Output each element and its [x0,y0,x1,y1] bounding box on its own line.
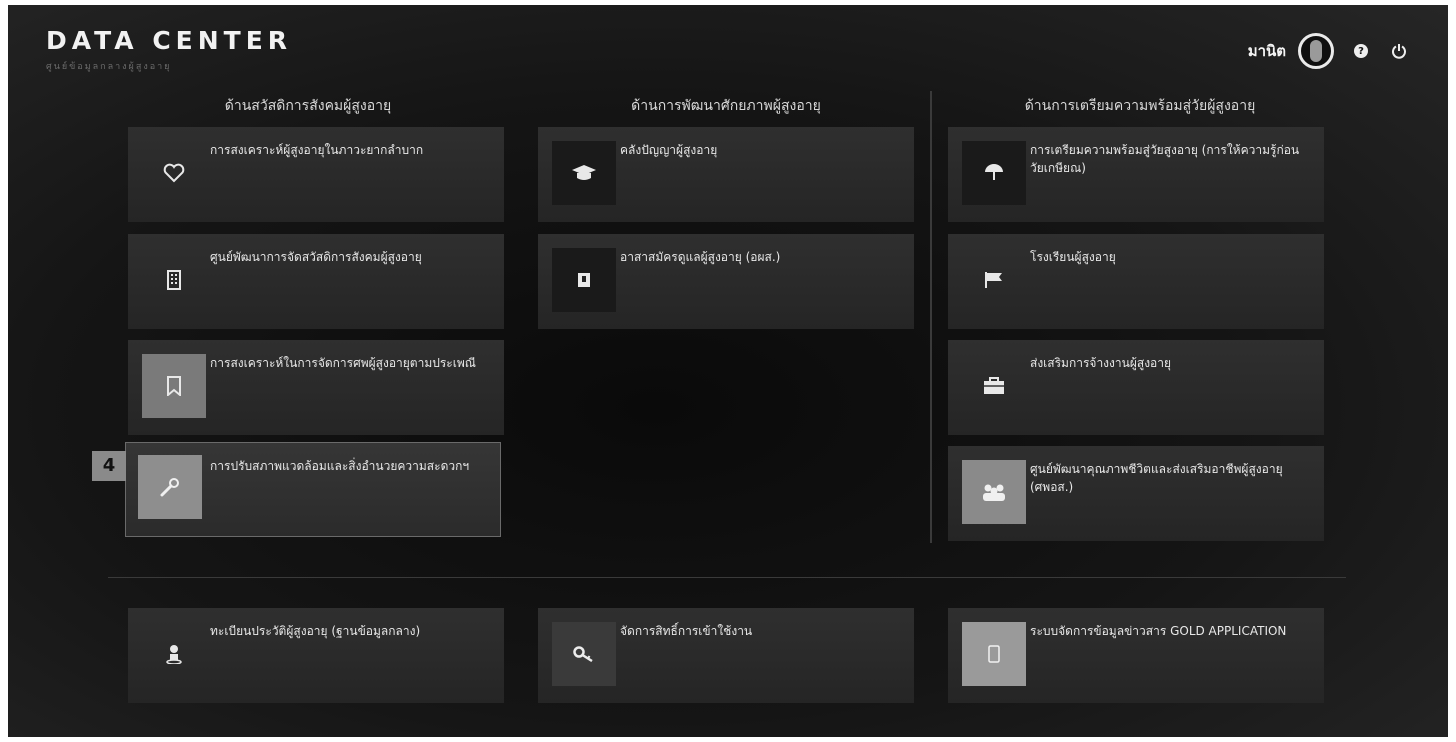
column-heading-welfare: ด้านสวัสดิการสังคมผู้สูงอายุ [224,98,392,114]
tile-welfare-hardship[interactable]: การสงเคราะห์ผู้สูงอายุในภาวะยากลำบาก [128,127,504,222]
tile-access[interactable]: จัดการสิทธิ์การเข้าใช้งาน [538,608,914,703]
tile-label: ศูนย์พัฒนาคุณภาพชีวิตและส่งเสริมอาชีพผู้… [1030,462,1283,494]
tile-welfare-center[interactable]: ศูนย์พัฒนาการจัดสวัสดิการสังคมผู้สูงอายุ [128,234,504,329]
bookmark-icon [142,354,206,418]
app-subtitle: ศูนย์ข้อมูลกลางผู้สูงอายุ [46,62,172,72]
tile-label: จัดการสิทธิ์การเข้าใช้งาน [620,624,753,638]
tile-preparation[interactable]: การเตรียมความพร้อมสู่วัยสูงอายุ (การให้ค… [948,127,1324,222]
user-avatar[interactable] [1298,33,1334,69]
brand: DATA CENTER ศูนย์ข้อมูลกลางผู้สูงอายุ [46,27,292,73]
umbrella-icon [962,141,1026,205]
key-icon [552,622,616,686]
tile-funeral[interactable]: การสงเคราะห์ในการจัดการศพผู้สูงอายุตามปร… [128,340,504,435]
tile-quality-center[interactable]: ศูนย์พัฒนาคุณภาพชีวิตและส่งเสริมอาชีพผู้… [948,446,1324,541]
tile-label: ทะเบียนประวัติผู้สูงอายุ (ฐานข้อมูลกลาง) [210,624,421,638]
tile-label: ส่งเสริมการจ้างงานผู้สูงอายุ [1030,356,1172,370]
person-icon [142,622,206,686]
wrench-icon [138,455,202,519]
flag-icon [962,248,1026,312]
tile-label: คลังปัญญาผู้สูงอายุ [620,143,718,157]
tile-label: ศูนย์พัฒนาการจัดสวัสดิการสังคมผู้สูงอายุ [210,250,422,264]
tile-label: การปรับสภาพแวดล้อมและสิ่งอำนวยความสะดวกฯ [210,459,470,473]
graduation-cap-icon [552,141,616,205]
tile-registry[interactable]: ทะเบียนประวัติผู้สูงอายุ (ฐานข้อมูลกลาง) [128,608,504,703]
app-window: DATA CENTER ศูนย์ข้อมูลกลางผู้สูงอายุ มา… [8,5,1448,737]
tile-volunteer[interactable]: อาสาสมัครดูแลผู้สูงอายุ (อผส.) [538,234,914,329]
user-bar: มานิต ? [1248,33,1410,69]
mobile-icon [962,622,1026,686]
tile-label: โรงเรียนผู้สูงอายุ [1030,250,1116,264]
help-icon[interactable]: ? [1350,40,1372,62]
tile-label: การสงเคราะห์ในการจัดการศพผู้สูงอายุตามปร… [210,356,476,370]
tile-environment[interactable]: การปรับสภาพแวดล้อมและสิ่งอำนวยความสะดวกฯ [125,442,501,537]
group-icon [962,460,1026,524]
step-badge: 4 [92,451,126,481]
tile-wisdom[interactable]: คลังปัญญาผู้สูงอายุ [538,127,914,222]
building-icon [142,248,206,312]
app-title: DATA CENTER [46,26,293,55]
tile-label: การสงเคราะห์ผู้สูงอายุในภาวะยากลำบาก [210,143,424,157]
tile-label: อาสาสมัครดูแลผู้สูงอายุ (อผส.) [620,250,781,264]
username[interactable]: มานิต [1248,39,1286,63]
heart-icon [142,141,206,205]
tile-school[interactable]: โรงเรียนผู้สูงอายุ [948,234,1324,329]
tile-label: ระบบจัดการข้อมูลข่าวสาร GOLD APPLICATION [1030,624,1287,638]
column-heading-preparation: ด้านการเตรียมความพร้อมสู่วัยผู้สูงอายุ [1024,98,1256,114]
briefcase-icon [962,354,1026,418]
power-icon[interactable] [1388,40,1410,62]
column-divider [930,91,932,543]
tile-label: การเตรียมความพร้อมสู่วัยสูงอายุ (การให้ค… [1030,143,1300,175]
id-badge-icon [552,248,616,312]
column-heading-development: ด้านการพัฒนาศักยภาพผู้สูงอายุ [631,98,821,114]
section-divider [108,577,1346,578]
tile-gold-app[interactable]: ระบบจัดการข้อมูลข่าวสาร GOLD APPLICATION [948,608,1324,703]
tile-employment[interactable]: ส่งเสริมการจ้างงานผู้สูงอายุ [948,340,1324,435]
